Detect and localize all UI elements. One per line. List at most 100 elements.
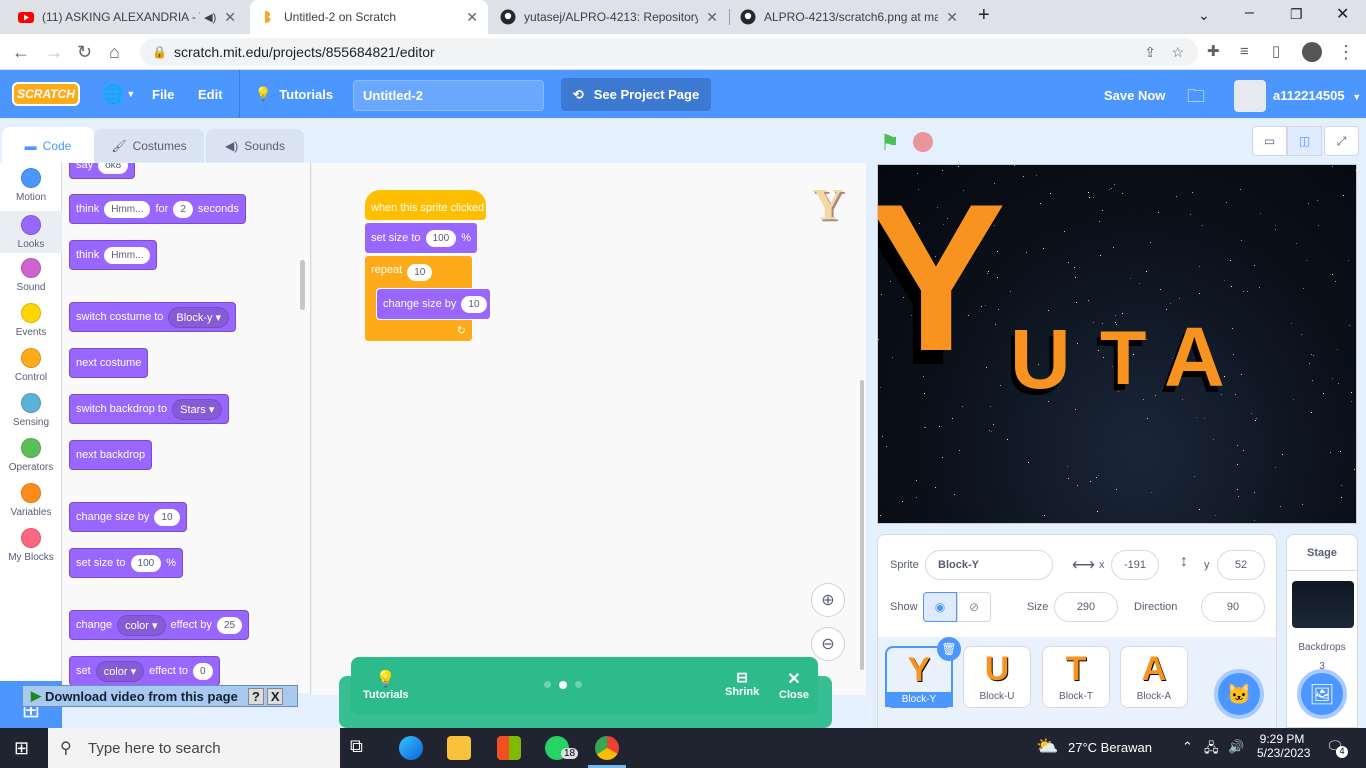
category-control[interactable]: Control <box>0 348 62 388</box>
tab-code[interactable]: ▬ Code <box>2 127 94 164</box>
close-icon[interactable]: ✕ <box>706 9 718 26</box>
file-explorer-icon[interactable] <box>447 736 471 760</box>
block-input[interactable]: 10 <box>154 508 180 526</box>
hide-eye-icon[interactable]: ⊘ <box>957 592 991 622</box>
close-tutorial-button[interactable]: ✕ Close <box>779 669 809 701</box>
block-input[interactable]: 0 <box>193 662 213 680</box>
sprite-letter-t[interactable]: T <box>1100 321 1146 397</box>
extensions-icon[interactable]: ✚ <box>1207 42 1220 62</box>
category-sound[interactable]: Sound <box>0 258 62 298</box>
script-area[interactable]: when this sprite clicked set size to 100%… <box>312 163 866 695</box>
block-input[interactable]: Hmm... <box>104 200 151 218</box>
username-menu[interactable]: a112214505 ▼ <box>1273 88 1361 103</box>
speaker-mute-icon[interactable]: ◀) <box>204 11 216 24</box>
direction-input[interactable]: 90 <box>1201 592 1265 622</box>
block-set-size-to[interactable]: set size to 100% <box>364 222 478 254</box>
y-input[interactable]: 52 <box>1217 550 1265 580</box>
sprite-letter-u[interactable]: U <box>1010 317 1071 401</box>
block-switch-backdrop[interactable]: switch backdrop to Stars ▾ <box>69 394 230 424</box>
block-palette[interactable]: say ok8 think Hmm... for 2 seconds think Hmm..… <box>62 163 311 693</box>
file-menu[interactable]: File <box>152 70 174 118</box>
block-change-size-by[interactable]: change size by 10 <box>376 288 491 320</box>
edge-icon[interactable] <box>399 736 423 760</box>
close-icon[interactable]: ✕ <box>946 9 958 26</box>
sprite-thumb-block-u[interactable]: U Block-U <box>963 646 1031 708</box>
add-backdrop-icon[interactable]: 🖼 <box>1297 669 1347 719</box>
tab-sounds[interactable]: ◀) Sounds <box>206 129 304 162</box>
stage-canvas[interactable]: Y U T A <box>877 164 1357 524</box>
category-looks[interactable]: Looks <box>0 211 62 253</box>
tutorial-pager[interactable] <box>544 681 582 689</box>
store-icon[interactable] <box>497 736 521 760</box>
tab-github-file[interactable]: ALPRO-4213/scratch6.png at ma ✕ <box>730 0 968 34</box>
new-tab-icon[interactable]: + <box>978 4 990 27</box>
page-dot[interactable] <box>544 681 551 688</box>
page-dot[interactable] <box>575 681 582 688</box>
stage-backdrop-thumb[interactable] <box>1292 581 1354 628</box>
download-close-button[interactable]: X <box>266 687 284 705</box>
green-flag-icon[interactable]: ⚑ <box>880 130 900 156</box>
chrome-icon[interactable] <box>595 736 619 760</box>
sprite-letter-a[interactable]: A <box>1164 315 1225 399</box>
side-panel-icon[interactable]: ▯ <box>1272 42 1280 62</box>
x-input[interactable]: -191 <box>1111 550 1159 580</box>
reading-list-icon[interactable]: ≡ <box>1240 42 1249 62</box>
url-input[interactable]: 🔒 scratch.mit.edu/projects/855684821/edi… <box>140 38 1198 66</box>
size-input[interactable]: 290 <box>1054 592 1118 622</box>
block-change-effect[interactable]: change color ▾ effect by 25 <box>69 610 250 640</box>
block-say[interactable]: say ok8 <box>69 163 136 179</box>
profile-avatar[interactable] <box>1302 42 1322 62</box>
tab-costumes[interactable]: 🖌 Costumes <box>94 129 204 162</box>
scratch-logo[interactable]: SCRATCH <box>12 82 80 106</box>
zoom-out-icon[interactable]: ⊖ <box>811 627 845 661</box>
help-button[interactable]: ? <box>247 687 264 705</box>
chevron-down-icon[interactable]: ⌄ <box>1198 7 1210 24</box>
windows-start-icon[interactable]: ⊞ <box>14 738 29 759</box>
block-change-size[interactable]: change size by 10 <box>69 502 187 532</box>
costume-dropdown[interactable]: Block-y ▾ <box>168 306 230 328</box>
taskbar-search-input[interactable]: ⚲ Type here to search <box>48 728 340 768</box>
tab-youtube[interactable]: (11) ASKING ALEXANDRIA - T ◀) ✕ <box>8 0 246 34</box>
block-think-for-seconds[interactable]: think Hmm... for 2 seconds <box>69 194 246 224</box>
share-icon[interactable]: ⇪ <box>1144 44 1156 61</box>
category-sensing[interactable]: Sensing <box>0 393 62 433</box>
close-icon[interactable]: ✕ <box>466 9 478 26</box>
close-icon[interactable]: ✕ <box>224 9 236 26</box>
effect-dropdown[interactable]: color ▾ <box>117 614 166 636</box>
fullscreen-icon[interactable]: ⤢ <box>1324 126 1359 156</box>
clock[interactable]: 9:29 PM 5/23/2023 <box>1257 732 1310 760</box>
category-events[interactable]: Events <box>0 303 62 343</box>
category-my-blocks[interactable]: My Blocks <box>0 528 62 568</box>
sprite-thumb-block-t[interactable]: T Block-T <box>1042 646 1110 708</box>
category-operators[interactable]: Operators <box>0 438 62 478</box>
see-project-page-button[interactable]: ⟲ See Project Page <box>561 78 711 111</box>
add-sprite-icon[interactable]: 🐱 <box>1214 669 1264 719</box>
block-switch-costume[interactable]: switch costume to Block-y ▾ <box>69 302 237 332</box>
sprite-thumb-block-a[interactable]: A Block-A <box>1120 646 1188 708</box>
block-input[interactable]: 10 <box>407 264 433 281</box>
block-input[interactable]: 100 <box>425 229 457 247</box>
volume-icon[interactable]: 🔊 <box>1228 739 1244 755</box>
sprite-letter-y[interactable]: Y <box>878 173 1006 383</box>
block-next-backdrop[interactable]: next backdrop <box>69 440 153 470</box>
minimize-icon[interactable]: – <box>1245 4 1254 22</box>
effect-dropdown[interactable]: color ▾ <box>95 660 145 682</box>
block-input[interactable]: 10 <box>461 295 487 313</box>
category-motion[interactable]: Motion <box>0 168 62 208</box>
download-video-label[interactable]: Download video from this page <box>45 689 238 704</box>
home-icon[interactable]: ⌂ <box>109 42 120 62</box>
hat-block-when-sprite-clicked[interactable]: when this sprite clicked <box>364 189 487 221</box>
zoom-in-icon[interactable]: ⊕ <box>811 583 845 617</box>
small-stage-icon[interactable]: ▭ <box>1252 126 1287 156</box>
save-now-button[interactable]: Save Now <box>1104 88 1165 103</box>
script-scrollbar[interactable] <box>860 380 864 670</box>
forward-icon[interactable]: → <box>45 42 63 62</box>
block-set-size[interactable]: set size to 100% <box>69 548 183 578</box>
shrink-button[interactable]: ⊟ Shrink <box>725 669 759 698</box>
tab-scratch[interactable]: Untitled-2 on Scratch ✕ <box>250 0 488 34</box>
network-icon[interactable]: 🖧 <box>1204 739 1219 761</box>
sprite-name-input[interactable]: Block-Y <box>925 550 1053 580</box>
weather-text[interactable]: 27°C Berawan <box>1068 740 1152 755</box>
task-view-icon[interactable]: ⧉ <box>350 736 374 760</box>
large-stage-icon[interactable]: ◫ <box>1287 126 1322 156</box>
